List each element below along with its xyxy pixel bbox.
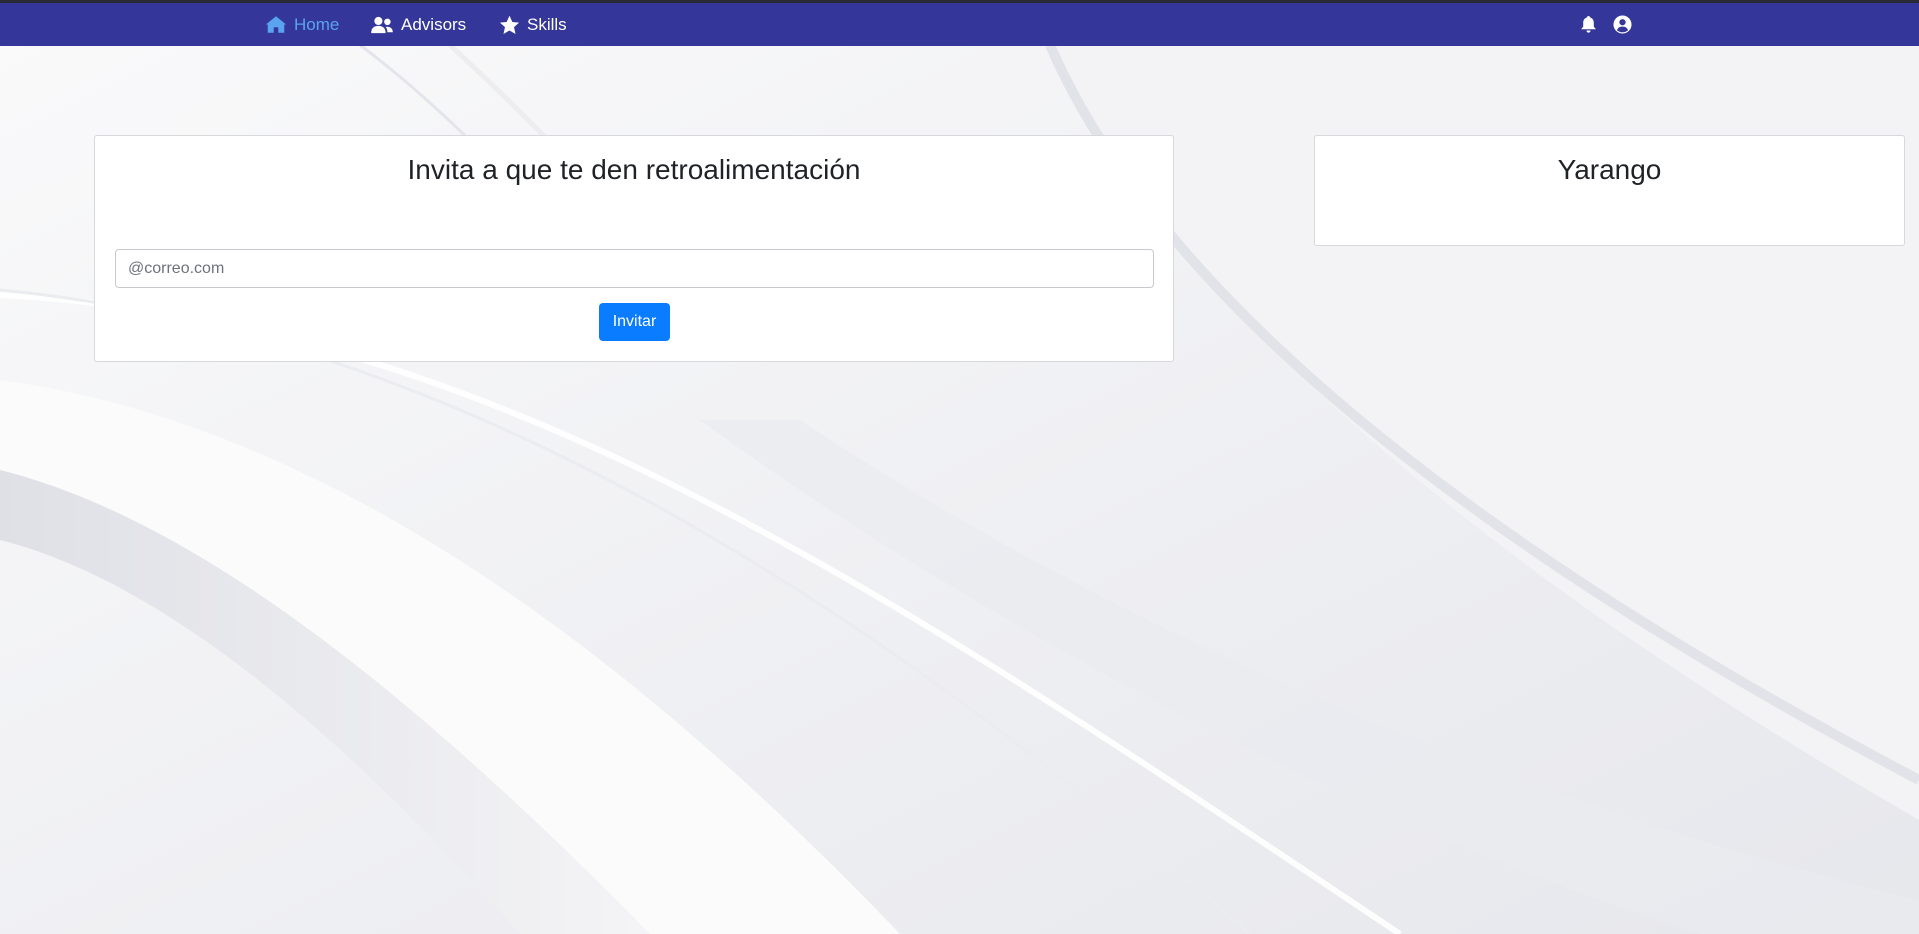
profile-card: Yarango — [1314, 135, 1905, 246]
nav-home[interactable]: Home — [265, 3, 339, 46]
nav-home-label: Home — [294, 14, 340, 34]
invite-card-title: Invita a que te den retroalimentación — [407, 154, 861, 185]
user-circle-icon — [1613, 15, 1632, 34]
nav-skills[interactable]: Skills — [499, 3, 567, 46]
users-icon — [371, 16, 393, 33]
home-icon — [265, 16, 287, 33]
top-navbar: Home Advisors Skills — [0, 3, 1919, 46]
user-menu-button[interactable] — [1613, 3, 1632, 46]
profile-name: Yarango — [1557, 154, 1662, 185]
invite-feedback-card: Invita a que te den retroalimentación In… — [94, 135, 1174, 362]
nav-advisors-label: Advisors — [401, 14, 467, 34]
bell-icon — [1581, 16, 1596, 33]
nav-skills-label: Skills — [527, 14, 567, 34]
notifications-button[interactable] — [1580, 3, 1597, 46]
window-top-border — [0, 0, 1919, 3]
email-input[interactable] — [115, 249, 1154, 288]
star-icon — [499, 15, 520, 34]
nav-advisors[interactable]: Advisors — [370, 3, 466, 46]
invite-button[interactable]: Invitar — [599, 303, 670, 341]
